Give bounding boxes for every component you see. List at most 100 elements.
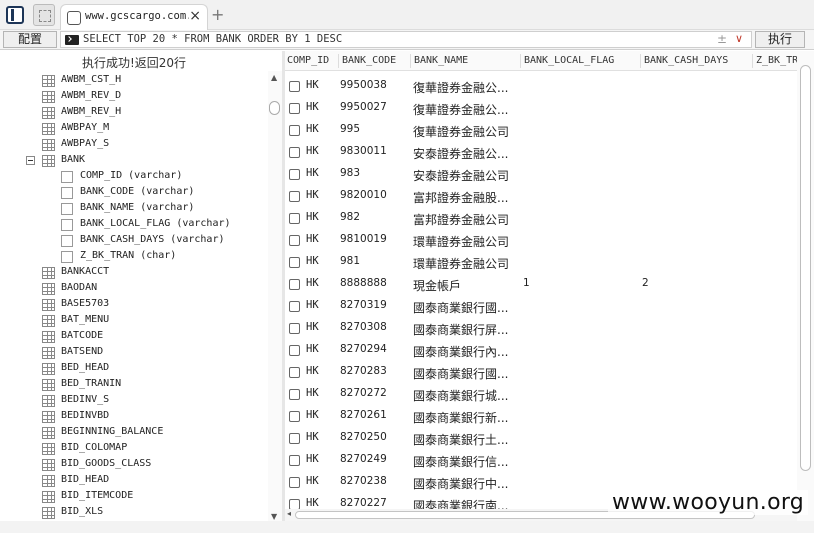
column-header[interactable]: COMP_ID [287,55,335,66]
tree-item-column[interactable]: COMP_ID (varchar) [0,169,268,185]
tree-item-column[interactable]: BANK_CASH_DAYS (varchar) [0,233,268,249]
row-checkbox[interactable] [289,345,300,356]
collapse-icon[interactable] [26,156,35,165]
row-checkbox[interactable] [289,81,300,92]
column-divider[interactable] [640,54,641,68]
tree-item-table[interactable]: AWBM_REV_D [0,89,268,105]
new-tab-icon[interactable]: + [211,5,224,24]
tree-item-column[interactable]: BANK_CODE (varchar) [0,185,268,201]
chevron-down-icon[interactable]: ∨ [735,32,743,45]
tree-item-table[interactable]: BEGINNING_BALANCE [0,425,268,441]
row-checkbox[interactable] [289,235,300,246]
column-header[interactable]: BANK_CASH_DAYS [644,55,750,66]
table-row[interactable]: HK 8888888 現金帳戶 1 2 [285,273,797,295]
table-row[interactable]: HK 8270250 國泰商業銀行土... [285,427,797,449]
table-row[interactable]: HK 981 環華證券金融公司 [285,251,797,273]
row-checkbox[interactable] [289,455,300,466]
tree-item-table[interactable]: BID_COLOMAP [0,441,268,457]
workspaces-icon[interactable] [33,4,55,26]
row-checkbox[interactable] [289,147,300,158]
table-row[interactable]: HK 983 安泰證券金融公司 [285,163,797,185]
table-row[interactable]: HK 8270294 國泰商業銀行內... [285,339,797,361]
table-row[interactable]: HK 9820010 富邦證券金融股... [285,185,797,207]
tree-item-table[interactable]: BAT_MENU [0,313,268,329]
column-header[interactable]: BANK_CODE [342,55,408,66]
tree-item-table[interactable]: BATSEND [0,345,268,361]
table-row[interactable]: HK 9830011 安泰證券金融公... [285,141,797,163]
row-checkbox[interactable] [289,389,300,400]
table-row[interactable]: HK 982 富邦證券金融公司 [285,207,797,229]
column-divider[interactable] [410,54,411,68]
row-checkbox[interactable] [289,279,300,290]
plus-minus-icon[interactable]: ± [717,32,727,46]
table-row[interactable]: HK 8270283 國泰商業銀行國... [285,361,797,383]
tree-item-column[interactable]: Z_BK_TRAN (char) [0,249,268,265]
row-checkbox[interactable] [289,301,300,312]
table-row[interactable]: HK 9950038 復華證券金融公... [285,75,797,97]
row-checkbox[interactable] [289,125,300,136]
tree-item-table[interactable]: BED_TRANIN [0,377,268,393]
tree-item-table[interactable]: BEDINVBD [0,409,268,425]
table-row[interactable]: HK 8270261 國泰商業銀行新... [285,405,797,427]
column-divider[interactable] [338,54,339,68]
table-row[interactable]: HK 8270319 國泰商業銀行國... [285,295,797,317]
table-row[interactable]: HK 9950027 復華證券金融公... [285,97,797,119]
scrollbar-thumb[interactable] [800,65,811,471]
tree-item-table[interactable]: AWBPAY_S [0,137,268,153]
row-checkbox[interactable] [289,367,300,378]
row-checkbox[interactable] [289,411,300,422]
row-checkbox[interactable] [289,257,300,268]
row-checkbox[interactable] [289,213,300,224]
tree-item-table[interactable]: BASE5703 [0,297,268,313]
tree-item-table[interactable]: AWBM_REV_H [0,105,268,121]
column-header[interactable]: BANK_LOCAL_FLAG [524,55,638,66]
table-row[interactable]: HK 8270249 國泰商業銀行信... [285,449,797,471]
scroll-left-icon[interactable]: ◂ [287,509,291,518]
tree-item-table[interactable]: AWBM_CST_H [0,73,268,89]
cell-bank-name: 富邦證券金融公司 [413,213,510,227]
tree-item-table[interactable]: BID_ITEMCODE [0,489,268,505]
close-tab-icon[interactable]: × [189,8,201,24]
table-row[interactable]: HK 995 復華證券金融公司 [285,119,797,141]
tree-item-table[interactable]: BANK [0,153,268,169]
tree-item-table[interactable]: BANKACCT [0,265,268,281]
column-header[interactable]: BANK_NAME [414,55,518,66]
sidebar-toggle-icon[interactable] [6,6,24,24]
column-divider[interactable] [520,54,521,68]
config-button[interactable]: 配置 [3,31,57,48]
grid-vertical-scrollbar[interactable] [797,51,814,521]
tree-item-column[interactable]: BANK_LOCAL_FLAG (varchar) [0,217,268,233]
execute-button[interactable]: 执行 [755,31,805,48]
sql-input[interactable]: SELECT TOP 20 * FROM BANK ORDER BY 1 DES… [60,31,752,48]
scroll-up-icon[interactable]: ▲ [271,73,277,82]
cell-bank-code: 8270238 [340,475,387,487]
tree-vertical-scrollbar[interactable]: ▲ ▼ [268,71,282,523]
tree-item-table[interactable]: BAODAN [0,281,268,297]
table-row[interactable]: HK 9810019 環華證券金融公司 [285,229,797,251]
table-row[interactable]: HK 8270308 國泰商業銀行屏... [285,317,797,339]
tree-item-table[interactable]: BEDINV_S [0,393,268,409]
tree-item-table[interactable]: BID_HEAD [0,473,268,489]
row-checkbox[interactable] [289,103,300,114]
row-checkbox[interactable] [289,433,300,444]
tree-item-column[interactable]: BANK_NAME (varchar) [0,201,268,217]
row-checkbox[interactable] [289,477,300,488]
tree-item-table[interactable]: BED_HEAD [0,361,268,377]
tree-item-table[interactable]: BID_GOODS_CLASS [0,457,268,473]
table-row[interactable]: HK 8270272 國泰商業銀行城... [285,383,797,405]
tree-item-table[interactable]: BATCODE [0,329,268,345]
scroll-down-icon[interactable]: ▼ [271,512,277,521]
row-checkbox[interactable] [289,169,300,180]
cell-bank-code: 8270227 [340,497,387,509]
browser-tab[interactable]: www.gcscargo.com.tw × [60,4,208,30]
sql-text[interactable]: SELECT TOP 20 * FROM BANK ORDER BY 1 DES… [83,33,342,45]
scrollbar-thumb[interactable] [269,101,280,115]
tree-item-table[interactable]: AWBPAY_M [0,121,268,137]
row-checkbox[interactable] [289,191,300,202]
table-icon [42,379,55,391]
cell-bank-code: 8888888 [340,277,387,289]
cell-bank-name: 國泰商業銀行屏... [413,323,509,337]
column-divider[interactable] [752,54,753,68]
row-checkbox[interactable] [289,323,300,334]
tree-item-table[interactable]: BID_XLS [0,505,268,521]
